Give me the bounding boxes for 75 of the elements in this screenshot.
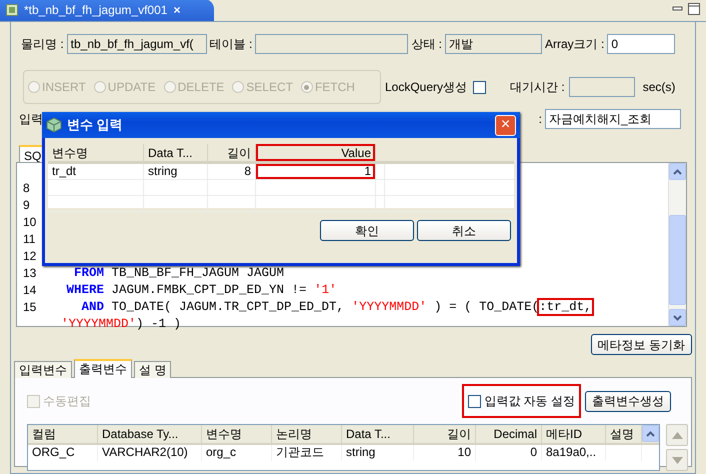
editor-tab[interactable]: *tb_nb_bf_fh_jagum_vf001 × [0, 0, 214, 21]
auto-input-option[interactable]: 입력값 자동 설정 [464, 386, 579, 416]
close-icon[interactable]: × [173, 1, 180, 19]
table-cell: string [144, 164, 208, 179]
column-header[interactable]: Data T... [144, 144, 208, 161]
scroll-up-icon[interactable] [642, 425, 659, 442]
tab[interactable]: 출력변수 [74, 359, 132, 378]
checkbox-label: 수동편집 [43, 393, 91, 410]
code-line: 'YYYYMMDD') -1 ) [61, 316, 182, 333]
code-line: FROM TB_NB_BF_FH_JAGUM JAGUM [73, 265, 284, 282]
checkbox-label: 입력값 자동 설정 [484, 393, 575, 410]
checkbox[interactable] [468, 394, 482, 408]
column-header[interactable]: Data T... [342, 425, 414, 443]
table-cell: string [342, 445, 414, 461]
text-field[interactable]: 자금예치해지_조회 [545, 109, 681, 129]
field-label: Array크기 : [545, 36, 604, 53]
code-line: WHERE JAGUM.FMBK_CPT_DP_ED_YN != '1' [66, 282, 337, 299]
line-number: 15 [22, 299, 38, 316]
line-number: 11 [22, 231, 36, 248]
column-header[interactable]: 변수명 [48, 144, 144, 161]
line-number: 13 [22, 265, 38, 282]
scroll-up-icon[interactable] [669, 163, 686, 180]
dialog-button[interactable]: 취소 [417, 220, 511, 241]
line-number: 14 [22, 282, 38, 299]
line-number: 8 [22, 180, 31, 197]
tab[interactable]: 입력변수 [14, 361, 72, 378]
column-header[interactable]: 변수명 [202, 425, 272, 443]
table-cell: VARCHAR2(10) [98, 445, 202, 461]
line-number: 10 [22, 214, 38, 231]
line-number: 9 [22, 197, 31, 214]
column-header[interactable]: 길이 [414, 425, 476, 443]
column-header[interactable]: 컬럼 [28, 425, 98, 443]
unit-label: sec(s) [642, 79, 676, 96]
table-cell: 기관코드 [272, 445, 342, 461]
field-label: 입력 [19, 111, 43, 128]
table-cell[interactable]: 1 [256, 164, 376, 179]
column-header[interactable]: 논리명 [272, 425, 342, 443]
checkbox-label: LockQuery생성 [385, 79, 468, 96]
table-cell: org_c [202, 445, 272, 461]
field-label: 테이블 : [210, 36, 252, 53]
dialog-button[interactable]: 확인 [320, 220, 414, 241]
meta-sync-button[interactable]: 메타정보 동기화 [590, 334, 692, 355]
column-header[interactable]: Database Ty... [98, 425, 202, 443]
maximize-icon[interactable] [688, 3, 700, 15]
table-cell: 8a19a0,.. [542, 445, 606, 461]
table-cell: 10 [414, 445, 476, 461]
text-field[interactable]: tb_nb_bf_fh_jagum_vf( [66, 34, 207, 54]
scroll-thumb[interactable] [669, 215, 686, 305]
text-field[interactable] [255, 34, 408, 54]
text-field[interactable] [568, 77, 635, 97]
cube-icon [46, 117, 62, 133]
table-cell: 0 [476, 445, 542, 461]
column-header[interactable]: Decimal [476, 425, 542, 443]
field-label: 상태 : [411, 36, 442, 53]
tab-title: *tb_nb_bf_fh_jagum_vf001 [24, 2, 168, 19]
line-number: 12 [22, 248, 38, 265]
field-label: 물리명 : [21, 36, 64, 53]
scroll-down-icon[interactable] [669, 309, 686, 326]
generate-output-button[interactable]: 출력변수생성 [585, 390, 671, 412]
column-header[interactable]: Value [256, 144, 376, 161]
table-cell: ORG_C [28, 445, 98, 461]
close-button[interactable]: × [495, 114, 516, 136]
table-cell: 8 [208, 164, 256, 179]
field-label: : [538, 111, 542, 128]
field-label: 대기시간 : [510, 79, 565, 96]
column-header[interactable]: 길이 [208, 144, 256, 161]
code-line: AND TO_DATE( JAGUM.TR_CPT_DP_ED_DT, 'YYYYMMDD' ) = ( TO_DATE(:tr_dt, [80, 299, 592, 316]
text-field[interactable]: 0 [607, 34, 676, 54]
table-cell: tr_dt [48, 164, 144, 179]
document-icon [6, 4, 18, 16]
column-header[interactable]: 메타ID [542, 425, 606, 443]
checkbox[interactable] [473, 80, 486, 94]
tab[interactable]: 설 명 [134, 361, 172, 378]
dialog-title: 변수 입력 [67, 116, 123, 134]
text-field[interactable]: 개발 [445, 34, 542, 54]
